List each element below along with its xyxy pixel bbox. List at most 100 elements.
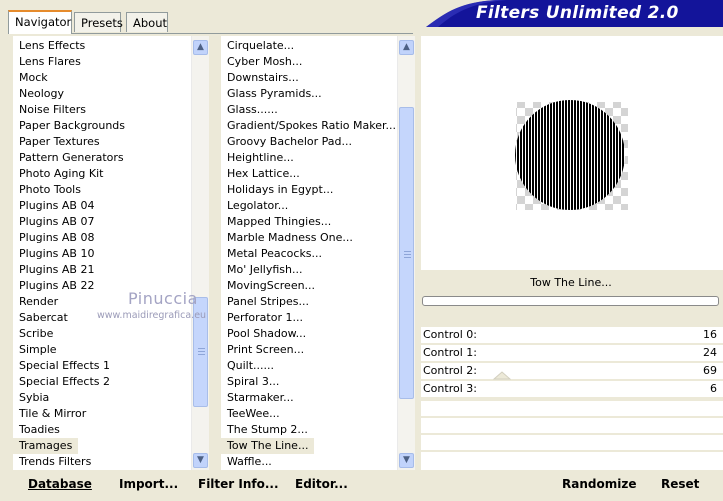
- list-item-label: Panel Stripes...: [227, 295, 310, 308]
- list-item-label: TeeWee...: [227, 407, 280, 420]
- list-item-label: Mapped Thingies...: [227, 215, 332, 228]
- filter-item[interactable]: Waffle...: [221, 454, 397, 470]
- control-label: Control 0:: [423, 328, 477, 341]
- category-item[interactable]: Sybia: [13, 390, 193, 406]
- filter-item[interactable]: Downstairs...: [221, 70, 397, 86]
- list-item-label: Plugins AB 22: [19, 279, 95, 292]
- category-scrollbar[interactable]: ▲ ▼: [191, 36, 209, 470]
- scroll-down-icon[interactable]: ▼: [399, 453, 414, 468]
- slider-pointer-icon[interactable]: [493, 371, 511, 380]
- editor-button[interactable]: Editor...: [295, 477, 348, 491]
- category-item[interactable]: Photo Aging Kit: [13, 166, 193, 182]
- filter-item[interactable]: Panel Stripes...: [221, 294, 397, 310]
- category-item[interactable]: Photo Tools: [13, 182, 193, 198]
- control-2-slider[interactable]: Control 2: 69: [421, 363, 723, 380]
- filter-list[interactable]: Cirquelate... Cyber Mosh... Downstairs... G…: [221, 36, 397, 470]
- list-item-label: Paper Backgrounds: [19, 119, 126, 132]
- empty-control-row: [421, 452, 723, 470]
- filter-info-button[interactable]: Filter Info...: [198, 477, 279, 491]
- list-item-label: Noise Filters: [19, 103, 86, 116]
- list-item-label: Plugins AB 08: [19, 231, 95, 244]
- current-filter-name: Tow The Line...: [421, 272, 721, 294]
- list-item-label: Photo Tools: [19, 183, 81, 196]
- filter-item[interactable]: TeeWee...: [221, 406, 397, 422]
- empty-control-row: [421, 418, 723, 433]
- category-item[interactable]: Scribe: [13, 326, 193, 342]
- list-item-label: MovingScreen...: [227, 279, 316, 292]
- category-item[interactable]: Pattern Generators: [13, 150, 193, 166]
- filter-item[interactable]: Starmaker...: [221, 390, 397, 406]
- watermark-site: www.maidiregrafica.eu: [97, 310, 207, 321]
- tab-about[interactable]: About: [126, 12, 168, 32]
- filter-item[interactable]: Hex Lattice...: [221, 166, 397, 182]
- category-item[interactable]: Tile & Mirror: [13, 406, 193, 422]
- database-button[interactable]: Database: [28, 477, 92, 491]
- category-item[interactable]: Simple: [13, 342, 193, 358]
- filter-item[interactable]: MovingScreen...: [221, 278, 397, 294]
- filter-item[interactable]: Heightline...: [221, 150, 397, 166]
- list-item-label: Sabercat: [19, 311, 68, 324]
- randomize-button[interactable]: Randomize: [562, 477, 636, 491]
- filter-item[interactable]: Cirquelate...: [221, 38, 397, 54]
- filter-item[interactable]: Mapped Thingies...: [221, 214, 397, 230]
- category-item[interactable]: Plugins AB 10: [13, 246, 193, 262]
- category-item[interactable]: Lens Flares: [13, 54, 193, 70]
- category-item[interactable]: Tramages: [13, 438, 79, 454]
- list-item-label: Quilt......: [227, 359, 275, 372]
- category-item[interactable]: Trends Filters: [13, 454, 193, 470]
- filter-item[interactable]: Legolator...: [221, 198, 397, 214]
- list-item-label: Groovy Bachelor Pad...: [227, 135, 353, 148]
- filter-item[interactable]: Glass......: [221, 102, 397, 118]
- filter-item[interactable]: Gradient/Spokes Ratio Maker...: [221, 118, 397, 134]
- category-item[interactable]: Plugins AB 21: [13, 262, 193, 278]
- reset-button[interactable]: Reset: [661, 477, 699, 491]
- filter-item[interactable]: Holidays in Egypt...: [221, 182, 397, 198]
- list-item-label: Cirquelate...: [227, 39, 295, 52]
- category-item[interactable]: Plugins AB 04: [13, 198, 193, 214]
- category-item[interactable]: Plugins AB 07: [13, 214, 193, 230]
- scroll-up-icon[interactable]: ▲: [399, 40, 414, 55]
- category-item[interactable]: Special Effects 2: [13, 374, 193, 390]
- category-item[interactable]: Neology: [13, 86, 193, 102]
- filter-item[interactable]: Groovy Bachelor Pad...: [221, 134, 397, 150]
- category-item[interactable]: Mock: [13, 70, 193, 86]
- list-item-label: Cyber Mosh...: [227, 55, 303, 68]
- filter-item[interactable]: Marble Madness One...: [221, 230, 397, 246]
- filter-item[interactable]: Spiral 3...: [221, 374, 397, 390]
- category-item[interactable]: Paper Backgrounds: [13, 118, 193, 134]
- control-value: 6: [710, 382, 717, 395]
- category-item[interactable]: Paper Textures: [13, 134, 193, 150]
- category-item[interactable]: Noise Filters: [13, 102, 193, 118]
- control-0-slider[interactable]: Control 0: 16: [421, 327, 723, 344]
- filter-scroll-thumb[interactable]: [399, 107, 414, 399]
- filter-item[interactable]: Cyber Mosh...: [221, 54, 397, 70]
- category-list[interactable]: Lens Effects Lens Flares Mock Neology Noise …: [13, 36, 193, 470]
- filter-item[interactable]: Tow The Line...: [221, 438, 315, 454]
- list-item-label: Special Effects 1: [19, 359, 111, 372]
- category-item[interactable]: Lens Effects: [13, 38, 193, 54]
- scroll-down-icon[interactable]: ▼: [193, 453, 208, 468]
- empty-control-row: [421, 401, 723, 416]
- filter-item[interactable]: Print Screen...: [221, 342, 397, 358]
- filter-item[interactable]: Metal Peacocks...: [221, 246, 397, 262]
- filter-item[interactable]: Mo' Jellyfish...: [221, 262, 397, 278]
- tab-navigator[interactable]: Navigator: [8, 10, 72, 34]
- import-button[interactable]: Import...: [119, 477, 178, 491]
- list-item-label: Photo Aging Kit: [19, 167, 104, 180]
- preview-panel: [421, 36, 723, 270]
- filter-item[interactable]: Pool Shadow...: [221, 326, 397, 342]
- filter-item[interactable]: Quilt......: [221, 358, 397, 374]
- category-item[interactable]: Toadies: [13, 422, 193, 438]
- scroll-up-icon[interactable]: ▲: [193, 40, 208, 55]
- filter-item[interactable]: Glass Pyramids...: [221, 86, 397, 102]
- category-item[interactable]: Plugins AB 08: [13, 230, 193, 246]
- tab-presets[interactable]: Presets: [74, 12, 123, 32]
- filter-item[interactable]: The Stump 2...: [221, 422, 397, 438]
- control-3-slider[interactable]: Control 3: 6: [421, 381, 723, 398]
- control-1-slider[interactable]: Control 1: 24: [421, 345, 723, 362]
- category-item[interactable]: Special Effects 1: [13, 358, 193, 374]
- list-item-label: Legolator...: [227, 199, 289, 212]
- list-item-label: Mo' Jellyfish...: [227, 263, 303, 276]
- filter-scrollbar[interactable]: ▲ ▼: [397, 36, 415, 470]
- filter-item[interactable]: Perforator 1...: [221, 310, 397, 326]
